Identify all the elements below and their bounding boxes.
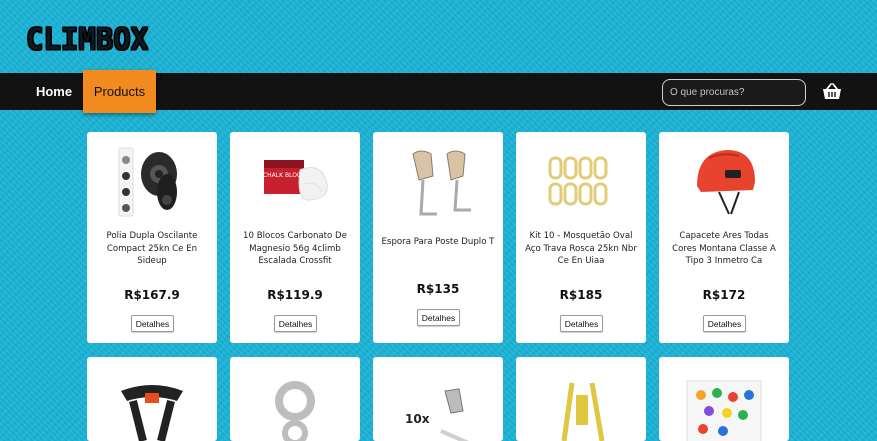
product-card[interactable]: CHALK BLOCK 10 Blocos Carbonato De Magne… xyxy=(230,132,360,343)
nav-home-link[interactable]: Home xyxy=(24,73,84,110)
details-button[interactable]: Detalhes xyxy=(274,315,317,332)
climbing-holds-image xyxy=(686,380,762,441)
lanyard-image xyxy=(561,382,605,441)
carabiner-kit-image xyxy=(548,156,608,206)
product-title: Espora Para Poste Duplo T xyxy=(381,237,495,247)
product-price: R$135 xyxy=(416,282,460,296)
helmet-image xyxy=(697,150,755,215)
product-card[interactable]: Espora Para Poste Duplo T R$135 Detalhes xyxy=(373,132,503,343)
product-card[interactable]: Polia Dupla Oscilante Compact 25kn Ce En… xyxy=(87,132,217,343)
details-button[interactable]: Detalhes xyxy=(703,315,746,332)
product-title: Kit 10 - Mosquetão Oval Aço Trava Rosca … xyxy=(525,231,637,266)
product-price: R$119.9 xyxy=(267,288,323,302)
product-card[interactable] xyxy=(516,357,646,441)
product-title: 10 Blocos Carbonato De Magnesio 56g 4cli… xyxy=(243,231,347,266)
harness-image xyxy=(121,385,183,441)
basket-icon[interactable] xyxy=(822,83,842,101)
product-title: Capacete Ares Todas Cores Montana Classe… xyxy=(672,231,776,266)
product-price: R$172 xyxy=(702,288,746,302)
product-card[interactable]: Capacete Ares Todas Cores Montana Classe… xyxy=(659,132,789,343)
search-input[interactable] xyxy=(662,79,806,106)
pole-climber-image xyxy=(412,150,471,216)
climbox-logo[interactable]: CLIMBOX xyxy=(25,21,148,58)
product-card[interactable] xyxy=(87,357,217,441)
chalk-block-image: CHALK BLOCK xyxy=(263,160,328,201)
product-card[interactable] xyxy=(230,357,360,441)
svg-text:10x: 10x xyxy=(405,412,430,426)
pulley-image xyxy=(118,147,177,217)
product-card[interactable] xyxy=(659,357,789,441)
details-button[interactable]: Detalhes xyxy=(131,315,174,332)
details-button[interactable]: Detalhes xyxy=(417,309,460,326)
product-price: R$167.9 xyxy=(124,288,180,302)
figure-eight-descender-image xyxy=(275,381,315,441)
product-price: R$185 xyxy=(559,288,603,302)
product-title: Polia Dupla Oscilante Compact 25kn Ce En… xyxy=(106,231,198,266)
product-card[interactable]: Kit 10 - Mosquetão Oval Aço Trava Rosca … xyxy=(516,132,646,343)
header: CLIMBOX xyxy=(0,0,877,73)
nav-products-tab[interactable]: Products xyxy=(83,70,156,113)
navbar: Home Products xyxy=(0,70,877,113)
product-card[interactable]: 10x xyxy=(373,357,503,441)
hold-kit-image: 10x xyxy=(405,388,469,441)
details-button[interactable]: Detalhes xyxy=(560,315,603,332)
